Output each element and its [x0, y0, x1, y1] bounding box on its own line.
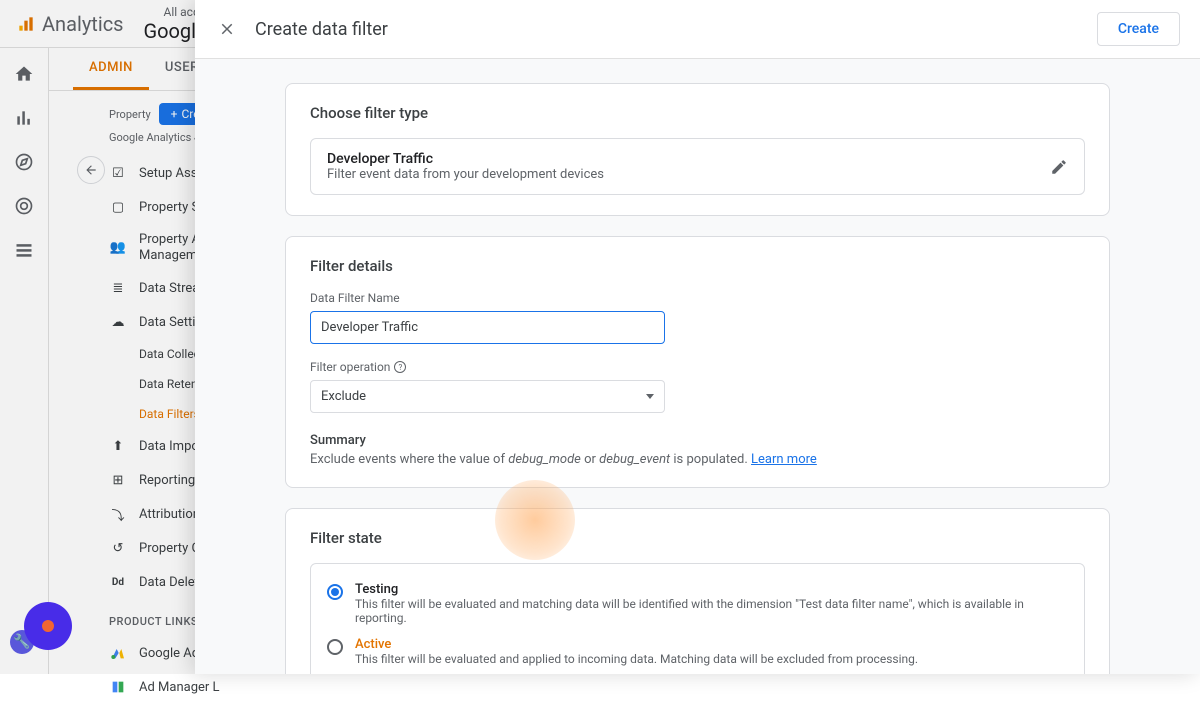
check-icon: ☑: [109, 164, 127, 182]
edit-icon[interactable]: [1050, 158, 1068, 176]
attribution-icon: ⤵: [109, 505, 127, 523]
radio-input-testing[interactable]: [327, 584, 343, 600]
summary-text: Exclude events where the value of debug_…: [310, 452, 1085, 467]
property-label: Property: [109, 108, 151, 121]
radio-testing-desc: This filter will be evaluated and matchi…: [355, 597, 1068, 625]
analytics-logo: Analytics: [16, 12, 124, 36]
advertising-icon[interactable]: [14, 196, 34, 216]
google-ads-icon: [109, 644, 127, 662]
modal-title: Create data filter: [255, 19, 388, 40]
people-icon: 👥: [109, 239, 127, 257]
radio-input-active[interactable]: [327, 639, 343, 655]
modal-body: Choose filter type Developer Traffic Fil…: [195, 59, 1200, 674]
delete-icon: Dd: [109, 573, 127, 591]
back-button[interactable]: [77, 156, 105, 184]
settings-panel-icon: ▢: [109, 198, 127, 216]
reports-icon[interactable]: [14, 108, 34, 128]
explore-icon[interactable]: [14, 152, 34, 172]
logo-text: Analytics: [42, 12, 124, 36]
streams-icon: ≣: [109, 279, 127, 297]
create-filter-modal: Create data filter Create Choose filter …: [195, 0, 1200, 674]
radio-testing[interactable]: Testing This filter will be evaluated an…: [327, 576, 1068, 631]
close-icon: [218, 20, 236, 38]
history-icon: ↺: [109, 539, 127, 557]
operation-label: Filter operation ?: [310, 360, 1085, 374]
choose-filter-type-card: Choose filter type Developer Traffic Fil…: [285, 83, 1110, 216]
filter-state-card: Filter state Testing This filter will be…: [285, 508, 1110, 674]
record-fab[interactable]: [24, 602, 72, 650]
radio-active-desc: This filter will be evaluated and applie…: [355, 652, 1068, 666]
radio-testing-title: Testing: [355, 582, 1068, 597]
learn-more-link[interactable]: Learn more: [751, 452, 817, 467]
ad-manager-icon: [109, 678, 127, 696]
radio-active-title: Active: [355, 637, 1068, 652]
database-icon: ☁: [109, 313, 127, 331]
configure-icon[interactable]: [14, 240, 34, 260]
arrow-left-icon: [84, 163, 98, 177]
choose-type-title: Choose filter type: [310, 104, 1085, 122]
tab-admin[interactable]: ADMIN: [73, 48, 149, 90]
home-icon[interactable]: [14, 64, 34, 84]
filter-state-radio-group: Testing This filter will be evaluated an…: [310, 563, 1085, 674]
help-icon[interactable]: ?: [394, 361, 406, 373]
filter-name-input[interactable]: [310, 311, 665, 344]
create-button[interactable]: Create: [1097, 12, 1180, 46]
filter-state-title: Filter state: [310, 529, 1085, 547]
name-label: Data Filter Name: [310, 291, 1085, 305]
filter-type-desc: Filter event data from your development …: [327, 167, 604, 182]
summary-label: Summary: [310, 433, 1085, 448]
select-value: Exclude: [321, 389, 366, 404]
chevron-down-icon: [646, 394, 654, 399]
identity-icon: ⊞: [109, 471, 127, 489]
modal-header: Create data filter Create: [195, 0, 1200, 59]
upload-icon: ⬆: [109, 437, 127, 455]
left-rail: [0, 48, 48, 674]
analytics-logo-icon: [16, 14, 36, 34]
radio-active[interactable]: Active This filter will be evaluated and…: [327, 631, 1068, 672]
filter-details-card: Filter details Data Filter Name Filter o…: [285, 236, 1110, 488]
filter-type-title: Developer Traffic: [327, 151, 604, 167]
sidebar-item-ad-manager[interactable]: Ad Manager L: [109, 670, 1188, 704]
filter-type-row[interactable]: Developer Traffic Filter event data from…: [310, 138, 1085, 195]
filter-operation-select[interactable]: Exclude: [310, 380, 665, 413]
close-button[interactable]: [215, 17, 239, 41]
filter-details-title: Filter details: [310, 257, 1085, 275]
